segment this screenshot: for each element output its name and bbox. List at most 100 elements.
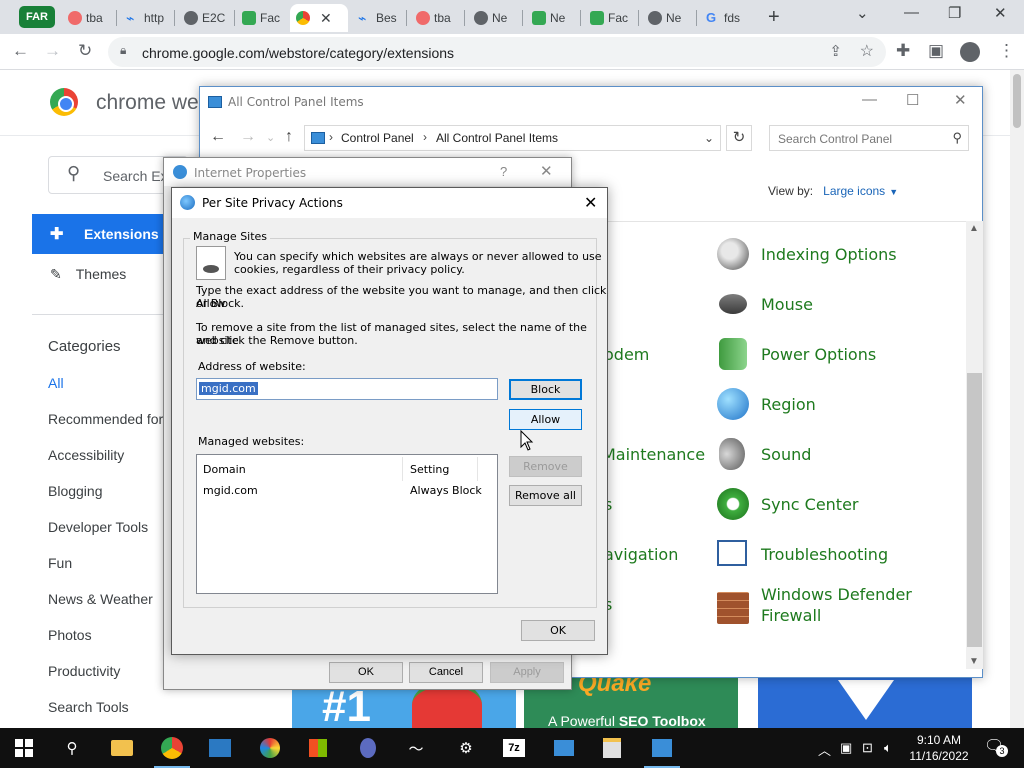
address-of-website-input[interactable]: mgid.com (196, 378, 498, 400)
cp-item-sync-center[interactable]: Sync Center (761, 494, 859, 515)
page-scrollbar-thumb[interactable] (1013, 74, 1021, 128)
row-setting[interactable]: Always Block (410, 484, 482, 497)
cp-item-partial-modem[interactable]: odem (604, 344, 649, 365)
category-accessibility[interactable]: Accessibility (48, 447, 124, 463)
column-header-domain[interactable]: Domain (197, 457, 403, 481)
browser-tab[interactable]: ⌁ http (120, 4, 172, 32)
apply-button[interactable]: Apply (490, 662, 564, 683)
row-domain[interactable]: mgid.com (203, 484, 258, 497)
photos-icon[interactable] (208, 736, 232, 760)
remove-all-button[interactable]: Remove all (509, 485, 582, 506)
scroll-up-icon[interactable]: ▲ (969, 223, 979, 234)
cp-item-partial-maintenance[interactable]: Maintenance (602, 444, 705, 465)
close-icon[interactable]: ✕ (584, 193, 597, 212)
cp-item-windows-defender-firewall[interactable]: Windows Defender Firewall (761, 584, 941, 626)
browser-tab[interactable]: E2C (178, 4, 232, 32)
windows-start-icon[interactable] (12, 736, 36, 760)
more-menu-icon[interactable]: ⋮ (998, 41, 1015, 61)
cp-item-indexing-options[interactable]: Indexing Options (761, 244, 897, 265)
cp-item-mouse[interactable]: Mouse (761, 294, 813, 315)
breadcrumb-all-items[interactable]: All Control Panel Items (436, 131, 558, 145)
browser-tab[interactable]: Fac (584, 4, 636, 32)
reload-icon[interactable]: ↻ (78, 41, 92, 61)
ok-button[interactable]: OK (329, 662, 403, 683)
control-panel-scrollbar[interactable]: ▲ ▼ (966, 221, 983, 669)
minimize-icon[interactable]: — (904, 4, 919, 21)
control-panel-search-input[interactable]: Search Control Panel ⚲ (769, 125, 969, 151)
file-explorer-icon[interactable] (110, 736, 134, 760)
category-recommended[interactable]: Recommended for (48, 411, 163, 427)
managed-websites-list[interactable]: Domain Setting mgid.com Always Block (196, 454, 498, 594)
back-arrow-icon[interactable]: ← (210, 128, 226, 146)
profile-badge[interactable]: FAR (19, 6, 55, 28)
category-blogging[interactable]: Blogging (48, 483, 103, 499)
block-button[interactable]: Block (509, 379, 582, 400)
cp-item-troubleshooting[interactable]: Troubleshooting (761, 544, 888, 565)
cp-item-power-options[interactable]: Power Options (761, 344, 876, 365)
notepad-icon[interactable] (600, 736, 624, 760)
store-icon[interactable] (306, 736, 330, 760)
remove-button[interactable]: Remove (509, 456, 582, 477)
internet-properties-titlebar[interactable]: Internet Properties ? ✕ (164, 158, 571, 186)
view-by-dropdown[interactable]: Large icons (823, 184, 885, 198)
internet-options-taskbar-icon[interactable] (644, 736, 680, 768)
droplet-icon[interactable] (356, 736, 380, 760)
settings-icon[interactable]: ⚙ (454, 736, 478, 760)
browser-tab[interactable]: tba (62, 4, 114, 32)
column-header-setting[interactable]: Setting (404, 457, 478, 481)
cancel-button[interactable]: Cancel (409, 662, 483, 683)
breadcrumb-control-panel[interactable]: Control Panel (341, 131, 414, 145)
bookmark-star-icon[interactable]: ☆ (860, 41, 874, 61)
close-icon[interactable]: ✕ (954, 91, 967, 109)
close-icon[interactable]: ✕ (320, 10, 332, 27)
promo-banner-v[interactable] (758, 676, 972, 728)
chrome-icon[interactable] (154, 736, 190, 768)
browser-tab[interactable]: G fds (700, 4, 750, 32)
up-arrow-icon[interactable]: ↑ (285, 128, 293, 146)
wifi-app-icon[interactable]: 〜 (404, 736, 428, 760)
category-productivity[interactable]: Productivity (48, 663, 120, 679)
share-icon[interactable]: ⇪ (829, 42, 842, 60)
control-panel-titlebar[interactable]: All Control Panel Items — ☐ ✕ (200, 87, 982, 117)
paint-icon[interactable] (258, 736, 282, 760)
network-icon[interactable]: ⊡ (862, 740, 873, 756)
category-fun[interactable]: Fun (48, 555, 72, 571)
scrollbar-thumb[interactable] (967, 373, 982, 647)
forward-arrow-icon[interactable]: → (240, 128, 256, 146)
ok-button[interactable]: OK (521, 620, 595, 641)
webstore-logo-icon[interactable] (50, 88, 78, 116)
restore-icon[interactable]: ❐ (948, 4, 961, 22)
webstore-title[interactable]: chrome we (96, 91, 199, 115)
tray-app-icon[interactable]: ▣ (840, 740, 852, 756)
seven-zip-icon[interactable]: 7z (502, 736, 526, 760)
browser-tab[interactable]: Ne (526, 4, 578, 32)
taskbar-clock[interactable]: 9:10 AM 11/16/2022 (900, 732, 978, 764)
new-tab-icon[interactable]: + (768, 6, 780, 29)
control-panel-path[interactable]: › Control Panel › All Control Panel Item… (304, 125, 721, 151)
close-window-icon[interactable]: ✕ (994, 4, 1007, 22)
browser-tab[interactable]: Fac (236, 4, 288, 32)
extensions-puzzle-icon[interactable]: ✚ (896, 41, 910, 61)
tab-search-icon[interactable]: ⌄ (856, 4, 869, 22)
show-hidden-icons-chevron-icon[interactable]: ︿ (818, 740, 831, 759)
side-panel-icon[interactable]: ▣ (928, 41, 944, 61)
maximize-icon[interactable]: ☐ (906, 91, 919, 109)
minimize-icon[interactable]: — (862, 91, 877, 108)
notification-center-icon[interactable]: 🗨︎ 3 (984, 736, 1008, 757)
control-panel-taskbar-icon[interactable] (552, 736, 576, 760)
category-all[interactable]: All (48, 375, 64, 391)
close-icon[interactable]: ✕ (540, 162, 553, 180)
scroll-down-icon[interactable]: ▼ (969, 656, 979, 667)
recent-locations-icon[interactable]: ⌄ (266, 131, 275, 144)
category-news-weather[interactable]: News & Weather (48, 591, 153, 607)
cp-item-region[interactable]: Region (761, 394, 816, 415)
category-developer-tools[interactable]: Developer Tools (48, 519, 148, 535)
browser-tab[interactable]: tba (410, 4, 462, 32)
nav-themes[interactable]: ✎ Themes (50, 266, 126, 283)
cp-item-sound[interactable]: Sound (761, 444, 811, 465)
back-arrow-icon[interactable]: ← (12, 41, 29, 61)
dropdown-arrow-icon[interactable]: ▼ (889, 187, 898, 197)
browser-tab[interactable]: ⌁ Bes (352, 4, 404, 32)
profile-avatar-icon[interactable] (960, 42, 980, 62)
search-icon[interactable]: ⚲ (60, 736, 84, 760)
